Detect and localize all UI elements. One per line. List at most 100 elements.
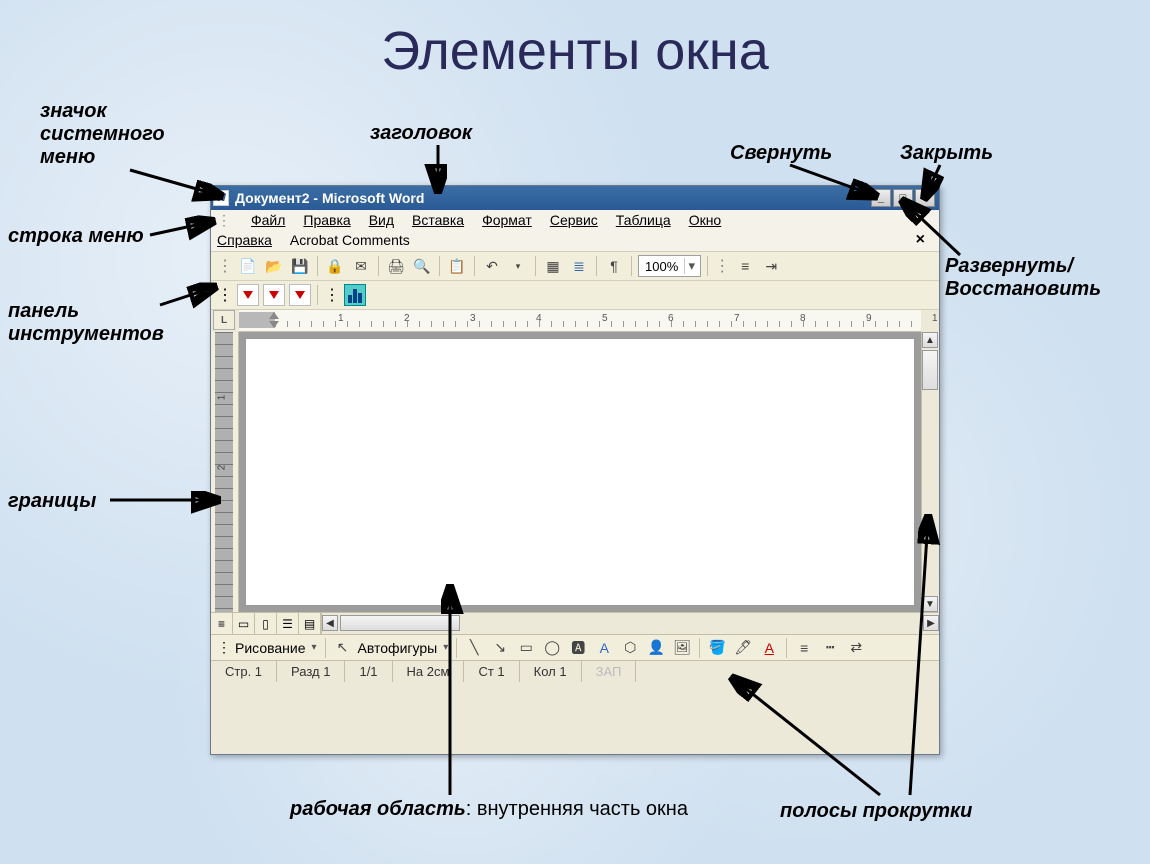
callout-minimize: Свернуть xyxy=(730,142,832,165)
reading-view-icon[interactable]: ▤ xyxy=(299,613,321,634)
wordart-icon[interactable]: A xyxy=(593,638,615,658)
show-marks-icon[interactable]: ¶ xyxy=(603,255,625,277)
tab-selector[interactable]: L xyxy=(213,310,235,330)
close-document-button[interactable]: × xyxy=(916,231,933,249)
arrow-icon[interactable]: ↘ xyxy=(489,638,511,658)
rectangle-icon[interactable]: ▭ xyxy=(515,638,537,658)
oval-icon[interactable]: ◯ xyxy=(541,638,563,658)
select-arrow-icon[interactable]: ↖ xyxy=(332,638,354,658)
scroll-down-icon[interactable]: ▼ xyxy=(922,596,938,612)
permission-icon[interactable]: 🔒 xyxy=(324,255,346,277)
menu-insert[interactable]: Вставка xyxy=(412,212,464,229)
separator xyxy=(535,256,536,276)
normal-view-icon[interactable]: ≡ xyxy=(211,613,233,634)
scroll-thumb[interactable] xyxy=(340,615,460,631)
system-menu-icon[interactable]: W xyxy=(213,190,229,206)
menu-view[interactable]: Вид xyxy=(369,212,394,229)
close-button[interactable]: × xyxy=(915,189,935,207)
paste-icon[interactable]: 📋 xyxy=(446,255,468,277)
status-at: На 2см xyxy=(393,661,465,682)
document-page[interactable] xyxy=(245,338,915,606)
chart-icon[interactable] xyxy=(344,284,366,306)
callout-toolbar: панель инструментов xyxy=(8,300,208,346)
zoom-combo[interactable]: 100% ▾ xyxy=(638,255,701,277)
vertical-ruler[interactable]: 12 xyxy=(211,332,239,612)
pdf-icon[interactable] xyxy=(237,284,259,306)
fill-color-icon[interactable]: 🪣 xyxy=(706,638,728,658)
menu-edit[interactable]: Правка xyxy=(303,212,350,229)
titlebar[interactable]: W Документ2 - Microsoft Word _ □ × xyxy=(211,186,939,210)
separator xyxy=(707,256,708,276)
menu-file[interactable]: Файл xyxy=(251,212,285,229)
line-icon[interactable]: ╲ xyxy=(463,638,485,658)
toolbar-grip-icon[interactable]: ⋮ xyxy=(217,285,233,305)
preview-icon[interactable]: 🔍 xyxy=(411,255,433,277)
scroll-right-icon[interactable]: ▶ xyxy=(923,615,939,631)
vertical-scrollbar[interactable]: ▲ ▼ xyxy=(921,332,939,612)
textbox-icon[interactable]: 🅰 xyxy=(567,638,589,658)
menu-help[interactable]: Справка xyxy=(217,232,272,248)
separator xyxy=(378,256,379,276)
save-icon[interactable]: 💾 xyxy=(289,255,311,277)
toolbar-grip-icon[interactable]: ⋮ xyxy=(217,639,231,656)
indent-marker-icon[interactable] xyxy=(269,321,279,329)
ruler-number: 1 xyxy=(932,313,938,324)
pdf-review-icon[interactable] xyxy=(289,284,311,306)
horizontal-ruler[interactable]: L 1234567891 xyxy=(239,310,921,332)
scroll-up-icon[interactable]: ▲ xyxy=(922,332,938,348)
email-icon[interactable]: ✉ xyxy=(350,255,372,277)
menu-table[interactable]: Таблица xyxy=(616,212,671,229)
menu-format[interactable]: Формат xyxy=(482,212,532,229)
columns-icon[interactable]: ≣ xyxy=(568,255,590,277)
maximize-button[interactable]: □ xyxy=(893,189,913,207)
outline-view-icon[interactable]: ☰ xyxy=(277,613,299,634)
diagram-icon[interactable]: ⬡ xyxy=(619,638,641,658)
chevron-down-icon[interactable]: ▾ xyxy=(684,258,698,274)
open-icon[interactable]: 📂 xyxy=(263,255,285,277)
toolbar-grip-icon[interactable]: ⋮ xyxy=(324,285,340,305)
separator xyxy=(786,638,787,658)
clipart-icon[interactable]: 👤 xyxy=(645,638,667,658)
horizontal-scrollbar[interactable]: ◀ ▶ xyxy=(322,613,939,634)
separator xyxy=(317,285,318,305)
drawing-menu[interactable]: Рисование xyxy=(235,640,306,656)
menu-window[interactable]: Окно xyxy=(689,212,722,229)
table-icon[interactable]: ▦ xyxy=(542,255,564,277)
separator xyxy=(631,256,632,276)
menu-acrobat[interactable]: Acrobat Comments xyxy=(290,232,410,248)
undo-icon[interactable]: ↶ xyxy=(481,255,503,277)
line-weight-icon[interactable]: ≡ xyxy=(793,638,815,658)
indent-icon[interactable]: ⇥ xyxy=(760,255,782,277)
ruler-number: 2 xyxy=(216,465,227,471)
scroll-left-icon[interactable]: ◀ xyxy=(322,615,338,631)
picture-icon[interactable]: 🖼 xyxy=(671,638,693,658)
print-view-icon[interactable]: ▯ xyxy=(255,613,277,634)
font-color-icon[interactable]: A xyxy=(758,638,780,658)
toolbar-grip-icon[interactable]: ⋮ xyxy=(714,256,728,276)
work-area[interactable] xyxy=(239,332,921,612)
toolbar-grip-icon[interactable]: ⋮ xyxy=(217,256,231,276)
standard-toolbar: ⋮ 📄 📂 💾 🔒 ✉ 🖨 🔍 📋 ↶ ▾ ▦ ≣ ¶ 100% ▾ ⋮ ≡ ⇥ xyxy=(211,252,939,281)
minimize-button[interactable]: _ xyxy=(871,189,891,207)
pdf-mail-icon[interactable] xyxy=(263,284,285,306)
bullets-icon[interactable]: ≡ xyxy=(734,255,756,277)
callout-restore: Развернуть/ Восстановить xyxy=(945,255,1145,301)
arrow-style-icon[interactable]: ⇄ xyxy=(845,638,867,658)
undo-dropdown-icon[interactable]: ▾ xyxy=(507,255,529,277)
status-pages: 1/1 xyxy=(345,661,392,682)
callout-borders: границы xyxy=(8,490,96,513)
scroll-thumb[interactable] xyxy=(922,350,938,390)
toolbar-grip-icon[interactable]: ⋮ xyxy=(217,212,229,229)
menu-service[interactable]: Сервис xyxy=(550,212,598,229)
chevron-down-icon[interactable]: ▾ xyxy=(310,642,319,653)
web-view-icon[interactable]: ▭ xyxy=(233,613,255,634)
callout-title: заголовок xyxy=(370,122,472,145)
dash-style-icon[interactable]: ┅ xyxy=(819,638,841,658)
indent-marker-icon[interactable] xyxy=(269,311,279,319)
autoshapes-menu[interactable]: Автофигуры xyxy=(358,640,438,656)
ruler-number: 1 xyxy=(216,395,227,401)
line-color-icon[interactable]: 🖊 xyxy=(732,638,754,658)
chevron-down-icon[interactable]: ▾ xyxy=(441,642,450,653)
new-doc-icon[interactable]: 📄 xyxy=(237,255,259,277)
print-icon[interactable]: 🖨 xyxy=(385,255,407,277)
